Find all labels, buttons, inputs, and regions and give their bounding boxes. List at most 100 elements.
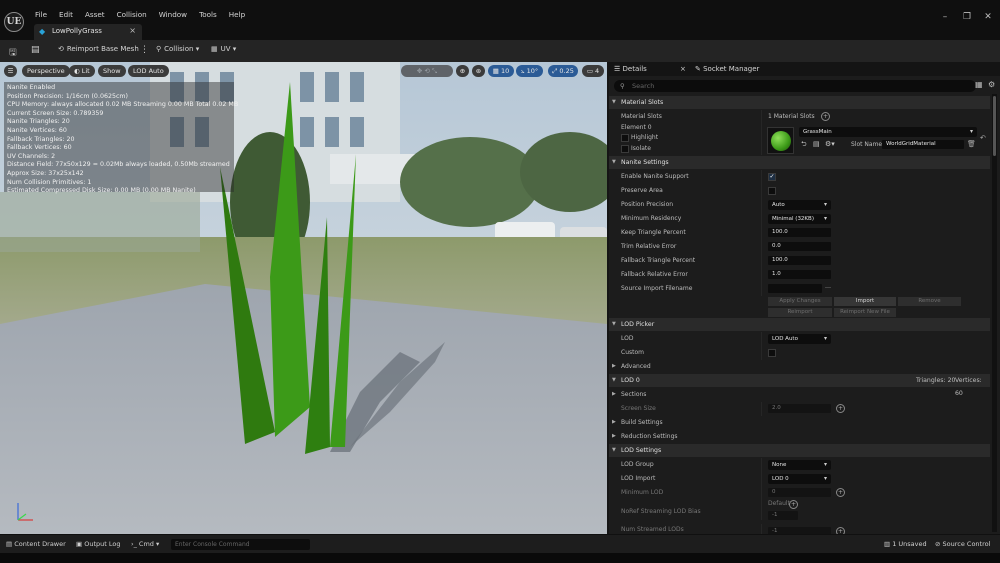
menu-window[interactable]: Window	[159, 10, 194, 19]
menu-tools[interactable]: Tools	[199, 10, 224, 19]
more-options-icon[interactable]: ⋮	[140, 45, 149, 55]
preserve-area-checkbox[interactable]	[768, 187, 776, 195]
isolate-checkbox[interactable]	[621, 145, 629, 153]
reset-arrow-icon[interactable]: ↶	[980, 134, 986, 142]
delete-slot-icon[interactable]: 🗑	[967, 140, 976, 148]
add-platform-icon[interactable]: +	[836, 404, 845, 413]
show-button[interactable]: Show	[98, 65, 126, 77]
minimize-icon[interactable]: –	[938, 12, 952, 22]
lod-dropdown[interactable]: LOD Auto ▾	[768, 334, 831, 344]
label-build-settings: Build Settings	[621, 419, 663, 426]
uv-dropdown[interactable]: ▦ UV ▾	[211, 45, 236, 53]
num-streamed-lods-input[interactable]: -1	[768, 527, 831, 534]
section-lod-0[interactable]: ▼ LOD 0 Triangles: 20 Vertices: 60	[609, 374, 990, 397]
material-options-icon[interactable]: ⚙▾	[825, 140, 835, 148]
perspective-button[interactable]: Perspective	[22, 65, 70, 77]
row-advanced[interactable]: ▶ Advanced	[609, 360, 990, 374]
cmd-dropdown[interactable]: ›_ Cmd ▾	[131, 540, 159, 548]
menu-help[interactable]: Help	[229, 10, 252, 19]
position-precision-dropdown[interactable]: Auto ▾	[768, 200, 831, 210]
settings-gear-icon[interactable]: ⚙	[988, 80, 995, 89]
add-override-icon[interactable]: +	[789, 500, 798, 509]
fallback-triangle-percent-input[interactable]: 100.0	[768, 256, 831, 265]
tab-close-icon[interactable]: ×	[129, 26, 136, 35]
scrollbar-thumb[interactable]	[993, 96, 996, 156]
lod-import-dropdown[interactable]: LOD 0 ▾	[768, 474, 831, 484]
details-search-input[interactable]: ⚲ Search	[614, 80, 976, 92]
slot-name-input[interactable]: WorldGridMaterial	[882, 140, 964, 149]
collision-dropdown[interactable]: ⚲ Collision ▾	[156, 45, 199, 53]
minimum-residency-dropdown[interactable]: Minimal (32KB) ▾	[768, 214, 831, 224]
browse-material-icon[interactable]: ▤	[813, 140, 820, 148]
viewport-menu-icon[interactable]: ☰	[4, 65, 17, 77]
reimport-nanite-button[interactable]: Reimport	[768, 308, 832, 317]
column-divider	[761, 226, 762, 240]
add-platform-icon[interactable]: +	[836, 488, 845, 497]
output-log-button[interactable]: ▣ Output Log	[76, 540, 120, 548]
keep-triangle-percent-input[interactable]: 100.0	[768, 228, 831, 237]
menu-file[interactable]: File	[35, 10, 54, 19]
source-control-button[interactable]: ⊘ Source Control	[935, 540, 990, 548]
collapse-arrow-icon: ▶	[612, 419, 616, 425]
details-scrollbar[interactable]	[992, 94, 997, 532]
reimport-button[interactable]: ⟲ Reimport Base Mesh	[58, 45, 139, 53]
add-platform-icon[interactable]: +	[836, 527, 845, 534]
viewport[interactable]: ☰ Perspective ◐ Lit Show LOD Auto ✥ ⟲ ⤡ …	[0, 62, 607, 534]
noref-streaming-input[interactable]: -1	[768, 511, 798, 520]
tab-socket-manager[interactable]: ✎ Socket Manager	[695, 62, 759, 76]
fallback-relative-error-input[interactable]: 1.0	[768, 270, 831, 279]
material-dropdown[interactable]: GrassMain ▾	[799, 127, 977, 137]
apply-changes-button[interactable]: Apply Changes	[768, 297, 832, 306]
material-thumbnail[interactable]	[767, 127, 794, 154]
source-import-filename-input[interactable]	[768, 284, 822, 293]
browse-icon[interactable]: ▤	[31, 45, 40, 55]
row-position-precision: Position Precision Auto ▾	[609, 198, 990, 212]
transform-tools-group[interactable]: ✥ ⟲ ⤡	[401, 65, 453, 77]
close-icon[interactable]: ✕	[981, 12, 995, 22]
scale-snap-toggle[interactable]: ⤢ 0.25	[548, 65, 578, 77]
row-build-settings[interactable]: ▶ Build Settings	[609, 416, 990, 430]
custom-checkbox[interactable]	[768, 349, 776, 357]
section-lod-settings[interactable]: ▼ LOD Settings	[609, 444, 990, 457]
content-drawer-button[interactable]: ▤ Content Drawer	[6, 540, 66, 548]
section-lod-picker[interactable]: ▼ LOD Picker	[609, 318, 990, 331]
row-sections[interactable]: ▶ Sections	[609, 388, 990, 402]
minimum-lod-input[interactable]: 0	[768, 488, 831, 497]
section-nanite-settings[interactable]: ▼ Nanite Settings	[609, 156, 990, 169]
lit-button[interactable]: ◐ Lit	[69, 65, 95, 77]
import-button[interactable]: Import	[834, 297, 896, 306]
view-options-icon[interactable]: ▦	[975, 80, 983, 89]
rotation-snap-toggle[interactable]: ⦣ 10°	[516, 65, 543, 77]
column-divider	[761, 198, 762, 212]
lod-button[interactable]: LOD Auto	[128, 65, 169, 77]
trim-relative-error-input[interactable]: 0.0	[768, 242, 831, 251]
save-icon[interactable]: 🖫	[9, 45, 17, 61]
tab-details-close-icon[interactable]: ×	[680, 62, 686, 76]
screen-size-input[interactable]: 2.0	[768, 404, 831, 413]
stat-line: Distance Field: 77x50x129 = 0.02Mb alway…	[7, 161, 230, 169]
collapse-arrow-icon: ▶	[612, 433, 616, 439]
row-reduction-settings[interactable]: ▶ Reduction Settings	[609, 430, 990, 444]
unreal-logo-icon[interactable]: UE	[4, 12, 24, 32]
grid-snap-toggle[interactable]: ▦ 10	[488, 65, 514, 77]
console-input[interactable]: Enter Console Command	[171, 539, 310, 550]
menu-edit[interactable]: Edit	[59, 10, 80, 19]
add-slot-icon[interactable]: +	[821, 112, 830, 121]
menu-collision[interactable]: Collision	[117, 10, 154, 19]
highlight-checkbox[interactable]	[621, 134, 629, 142]
enable-nanite-checkbox[interactable]: ✓	[768, 173, 776, 181]
reimport-new-file-button[interactable]: Reimport New File	[834, 308, 896, 317]
camera-speed-button[interactable]: ▭ 4	[582, 65, 604, 77]
lod-group-dropdown[interactable]: None ▾	[768, 460, 831, 470]
browse-file-icon[interactable]: …	[825, 283, 831, 290]
remove-button[interactable]: Remove	[898, 297, 961, 306]
use-selected-icon[interactable]: ⮌	[801, 140, 807, 151]
unsaved-button[interactable]: ▥ 1 Unsaved	[884, 540, 927, 548]
local-space-icon[interactable]: ⊕	[456, 65, 469, 77]
tab-details[interactable]: ☰ Details	[614, 62, 647, 76]
restore-icon[interactable]: ❐	[960, 12, 974, 22]
section-material-slots[interactable]: ▼ Material Slots	[609, 96, 990, 109]
menu-asset[interactable]: Asset	[85, 10, 112, 19]
surface-snap-icon[interactable]: ⊛	[472, 65, 485, 77]
asset-tab[interactable]: ◆ LowPollyGrass ×	[34, 24, 142, 40]
